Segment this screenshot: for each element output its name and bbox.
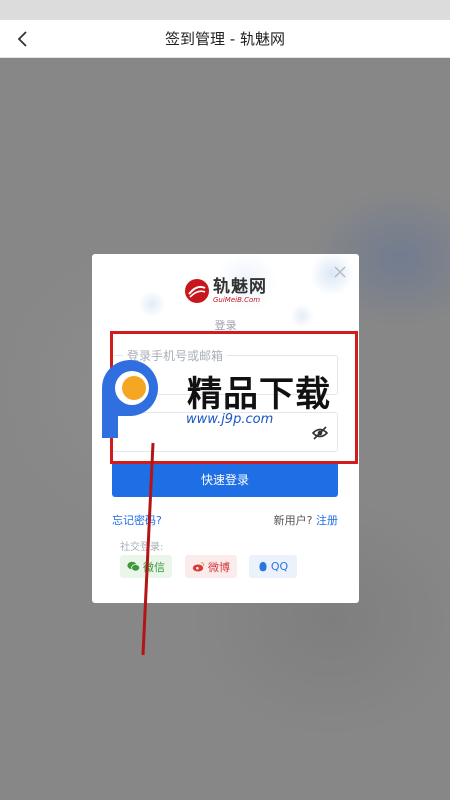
nav-bar: 签到管理 - 轨魅网 [0, 20, 450, 58]
register-row: 新用户? 注册 [274, 512, 338, 528]
logo-text: 轨魅网 [213, 276, 267, 297]
register-link[interactable]: 注册 [316, 514, 338, 527]
watermark-logo-icon [102, 360, 158, 438]
weibo-icon [192, 561, 205, 572]
back-button[interactable] [8, 24, 38, 54]
wechat-login-button[interactable]: 微信 [120, 555, 172, 578]
weibo-label: 微博 [208, 560, 230, 574]
site-logo: 轨魅网 GuiMeiB.Com [184, 278, 267, 304]
quick-login-button[interactable]: 快速登录 [112, 461, 338, 497]
forgot-password-link[interactable]: 忘记密码? [112, 512, 162, 528]
social-login-title: 社交登录: [120, 542, 164, 553]
logo-mark-icon [185, 279, 209, 303]
status-bar [0, 0, 450, 20]
chevron-left-icon [17, 31, 27, 47]
new-user-label: 新用户? [273, 514, 313, 527]
watermark-url: www.j9p.com [186, 412, 274, 427]
qq-icon [259, 561, 267, 571]
close-icon[interactable] [331, 263, 349, 281]
logo-subtext: GuiMeiB.Com [213, 295, 261, 304]
page-title: 签到管理 - 轨魅网 [165, 30, 285, 48]
weibo-login-button[interactable]: 微博 [185, 555, 237, 578]
wechat-icon [127, 561, 140, 572]
qq-login-button[interactable]: QQ [249, 555, 297, 578]
watermark-title: 精品下载 [187, 375, 332, 415]
qq-label: QQ [270, 560, 289, 573]
wechat-label: 微信 [143, 560, 165, 574]
